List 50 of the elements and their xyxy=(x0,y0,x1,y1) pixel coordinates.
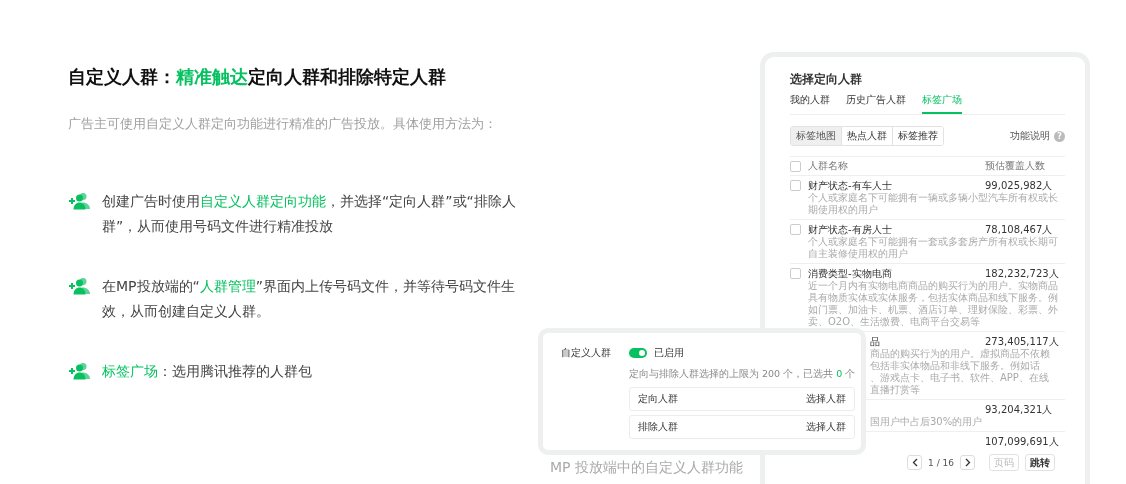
tab[interactable]: 历史广告人群 xyxy=(846,93,906,114)
caption: MP 投放端中的自定义人群功能 xyxy=(550,458,744,476)
audience-count: 107,099,691人 xyxy=(985,435,1060,448)
audience-description: 直播打赏等 xyxy=(870,384,920,396)
step-text: 在MP投放端的“人群管理”界面内上传号码文件，并等待号码文件生效，从而创建自定义人群。 xyxy=(102,277,517,321)
step-text: 创建广告时使用 自定义人群定向功能，并选择“定向人群”或“排除人群”，从而使用号码文件进行精准投放 xyxy=(102,192,517,236)
audience-description: 包括非实体物品和非线下服务。例如话 xyxy=(870,360,1040,372)
audience-name: 财产状态-有房人士 xyxy=(808,223,893,236)
chevron-right-icon xyxy=(964,458,971,467)
audience-count: 93,204,321人 xyxy=(985,403,1054,416)
audience-name: 品 xyxy=(870,335,880,348)
field-label: 自定义人群 xyxy=(561,346,612,360)
page-heading: 自定义人群：精准触达定向人群和排除特定人群 xyxy=(68,66,447,88)
previous-page-button[interactable] xyxy=(907,455,923,470)
add-person-icon xyxy=(68,192,90,210)
checkbox[interactable] xyxy=(790,161,801,172)
checkbox[interactable] xyxy=(790,268,801,279)
column-header: 人群名称 xyxy=(808,160,849,172)
toggle-switch[interactable] xyxy=(629,348,647,358)
toggle-label: 已启用 xyxy=(654,346,684,360)
column-header: 预估覆盖人数 xyxy=(985,160,1046,172)
field-label: 定向人群 xyxy=(638,392,678,406)
select-audience-link[interactable]: 选择人群 xyxy=(806,420,847,434)
audience-description: 、游戏点卡、电子书、软件、APP、在线 xyxy=(870,372,1049,384)
next-page-button[interactable] xyxy=(960,455,975,470)
add-person-icon xyxy=(68,362,90,380)
audience-name: 财产状态-有车人士 xyxy=(808,179,893,192)
audience-description: 商品的购买行为的用户。虚拟商品不依赖 xyxy=(870,348,1050,360)
panel-title: 选择定向人群 xyxy=(790,71,863,88)
chevron-left-icon xyxy=(911,458,918,467)
add-person-icon xyxy=(68,277,90,295)
audience-count: 182,232,723人 xyxy=(985,267,1060,280)
audience-name: 消费类型-实物电商 xyxy=(808,267,893,280)
audience-count: 78,108,467人 xyxy=(985,223,1054,236)
tab[interactable]: 我的人群 xyxy=(790,93,830,114)
audience-count: 273,405,117人 xyxy=(985,335,1060,348)
field-label: 排除人群 xyxy=(638,420,678,434)
hint-text: 定向与排除人群选择的上限为 200 个，已选共 0 个 xyxy=(629,367,856,381)
step-text: 标签广场：选用腾讯推荐的人群包 xyxy=(102,362,313,381)
jump-button[interactable]: 跳转 xyxy=(1025,454,1055,471)
checkbox[interactable] xyxy=(790,180,801,191)
intro-text: 广告主可使用自定义人群定向功能进行精准的广告投放。具体使用方法为： xyxy=(68,115,498,133)
segment-button[interactable]: 标签地图 xyxy=(791,127,842,145)
help-link[interactable]: 功能说明 xyxy=(1010,129,1050,143)
page-indicator: 1 / 16 xyxy=(928,457,954,468)
page-number-field[interactable]: 页码 xyxy=(989,454,1019,471)
select-audience-link[interactable]: 选择人群 xyxy=(806,392,847,406)
audience-count: 99,025,982人 xyxy=(985,179,1054,192)
audience-description: 国用户中占后30%的用户 xyxy=(870,416,983,428)
checkbox[interactable] xyxy=(790,224,801,235)
